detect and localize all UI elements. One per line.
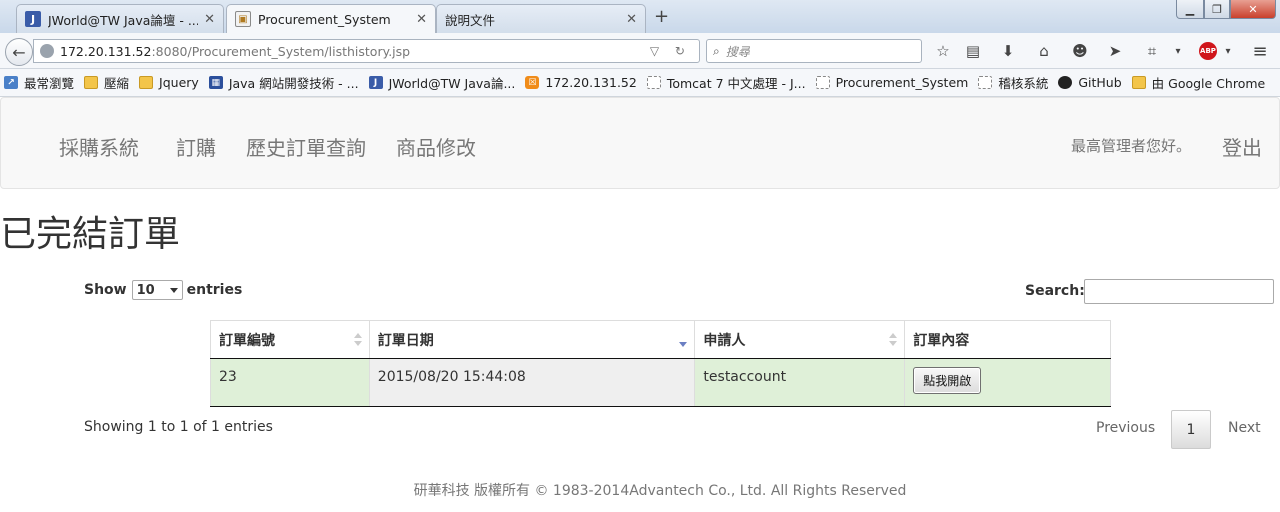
col-applicant[interactable]: 申請人 bbox=[694, 320, 906, 359]
next-page-button[interactable]: Next bbox=[1228, 420, 1261, 436]
chevron-down-icon[interactable]: ▾ bbox=[1216, 41, 1240, 61]
cell-applicant: testaccount bbox=[694, 358, 906, 407]
close-icon[interactable]: ✕ bbox=[204, 12, 215, 27]
reload-icon[interactable]: ▽ ↻ bbox=[650, 44, 691, 58]
close-icon[interactable]: ✕ bbox=[626, 12, 637, 27]
previous-page-button[interactable]: Previous bbox=[1096, 420, 1155, 436]
table-search-input[interactable] bbox=[1084, 279, 1274, 304]
cell-order-date: 2015/08/20 15:44:08 bbox=[368, 358, 696, 407]
nav-order-history[interactable]: 歷史訂單查詢 bbox=[246, 132, 366, 161]
new-tab-plus-icon[interactable]: + bbox=[654, 6, 669, 27]
show-label: Show bbox=[84, 282, 127, 298]
tab-label: JWorld@TW Java論壇 - ... bbox=[48, 12, 199, 28]
table-length-control: Show 10 entries bbox=[84, 280, 242, 300]
cell-order-id: 23 bbox=[210, 358, 370, 407]
entries-label: entries bbox=[186, 282, 243, 298]
bookmark-item[interactable]: ☒ 172.20.131.52 bbox=[525, 75, 637, 90]
page-length-value: 10 bbox=[136, 282, 155, 298]
bookmark-item[interactable]: GitHub bbox=[1058, 75, 1122, 90]
chevron-down-icon[interactable]: ▾ bbox=[1166, 41, 1190, 61]
col-order-content: 訂單內容 bbox=[904, 320, 1111, 359]
sort-both-icon bbox=[353, 333, 362, 347]
url-host: 172.20.131.52 bbox=[60, 43, 152, 59]
page-length-select[interactable]: 10 bbox=[131, 280, 183, 300]
jworld-icon: J bbox=[368, 76, 383, 89]
globe-icon bbox=[40, 44, 54, 58]
col-order-date[interactable]: 訂單日期 bbox=[368, 320, 696, 359]
browser-search-input[interactable]: ⌕ 搜尋 bbox=[706, 39, 922, 63]
bookmark-folder[interactable]: 壓縮 bbox=[84, 73, 129, 92]
folder-icon bbox=[1131, 76, 1146, 89]
table-search-label: Search: bbox=[1025, 283, 1085, 299]
bookmark-folder[interactable]: Jquery bbox=[139, 75, 199, 90]
nav-order[interactable]: 訂購 bbox=[176, 132, 216, 161]
app-navbar: 採購系統 訂購 歷史訂單查詢 商品修改 最高管理者您好。 登出 bbox=[0, 97, 1280, 189]
tab-procurement-system[interactable]: ▣ Procurement_System ✕ bbox=[226, 4, 436, 33]
bookmark-star-icon[interactable]: ☆ bbox=[931, 41, 955, 61]
chat-icon[interactable]: ☻ bbox=[1068, 41, 1092, 61]
folder-icon bbox=[84, 76, 99, 89]
bookmark-item[interactable]: Tomcat 7 中文處理 - J... bbox=[646, 73, 806, 92]
home-icon[interactable]: ⌂ bbox=[1032, 41, 1056, 61]
restore-icon[interactable]: ❐ bbox=[1204, 0, 1230, 19]
page-icon bbox=[815, 76, 830, 89]
send-icon[interactable]: ➤ bbox=[1103, 41, 1127, 61]
footer-copyright: 研華科技 版權所有 © 1983-2014Advantech Co., Ltd.… bbox=[413, 483, 907, 499]
bookmark-most-visited[interactable]: ↗ 最常瀏覽 bbox=[4, 73, 74, 92]
logout-link[interactable]: 登出 bbox=[1222, 132, 1262, 161]
tab-label: 說明文件 bbox=[445, 12, 496, 28]
col-order-id[interactable]: 訂單編號 bbox=[210, 320, 370, 359]
adblock-plus-icon[interactable]: ABP bbox=[1199, 42, 1217, 60]
close-icon[interactable]: ✕ bbox=[416, 12, 427, 27]
search-placeholder: 搜尋 bbox=[725, 44, 750, 59]
page-icon bbox=[978, 76, 993, 89]
tab-help-docs[interactable]: 說明文件 ✕ bbox=[436, 4, 646, 33]
page-title: 已完結訂單 bbox=[0, 214, 181, 255]
folder-icon bbox=[139, 76, 154, 89]
jworld-favicon-icon: J bbox=[25, 11, 41, 27]
page-1-button[interactable]: 1 bbox=[1171, 410, 1211, 449]
bookmark-folder[interactable]: 由 Google Chrome bbox=[1131, 73, 1265, 92]
sort-desc-icon bbox=[679, 333, 688, 347]
nav-product-edit[interactable]: 商品修改 bbox=[396, 132, 476, 161]
page-icon bbox=[646, 76, 661, 89]
bookmark-item[interactable]: ▦ Java 網站開發技術 - ... bbox=[208, 73, 359, 92]
crop-icon[interactable]: ⌗ bbox=[1140, 41, 1164, 61]
chevron-down-icon bbox=[169, 288, 178, 293]
close-window-icon[interactable]: ✕ bbox=[1230, 0, 1276, 19]
url-bar[interactable]: 172.20.131.52 :8080/Procurement_System/l… bbox=[33, 39, 700, 63]
tab-jworld[interactable]: J JWorld@TW Java論壇 - ... ✕ bbox=[16, 4, 224, 33]
brand-link[interactable]: 採購系統 bbox=[59, 132, 139, 161]
github-icon bbox=[1058, 76, 1073, 89]
open-order-button[interactable]: 點我開啟 bbox=[913, 367, 982, 394]
download-icon[interactable]: ⬇ bbox=[996, 41, 1020, 61]
orders-table: 訂單編號 訂單日期 申請人 訂單內容 23 2015/08/20 15:44:0… bbox=[210, 320, 1111, 407]
bookmark-item[interactable]: J JWorld@TW Java論... bbox=[368, 73, 515, 92]
tab-label: Procurement_System bbox=[258, 11, 391, 27]
url-path: :8080/Procurement_System/listhistory.jsp bbox=[151, 43, 411, 59]
back-arrow-icon[interactable]: ← bbox=[5, 38, 33, 66]
table-info: Showing 1 to 1 of 1 entries bbox=[84, 419, 273, 435]
browser-tab-bar: J JWorld@TW Java論壇 - ... ✕ ▣ Procurement… bbox=[0, 0, 1280, 33]
sort-both-icon bbox=[889, 333, 898, 347]
grid-icon: ▦ bbox=[208, 76, 223, 89]
bookmarks-bar: ↗ 最常瀏覽 壓縮 Jquery ▦ Java 網站開發技術 - ... J JWor… bbox=[0, 69, 1280, 97]
most-visited-icon: ↗ bbox=[4, 76, 18, 89]
bookmark-item[interactable]: 稽核系統 bbox=[978, 73, 1048, 92]
menu-icon[interactable]: ≡ bbox=[1248, 41, 1272, 62]
search-icon: ⌕ bbox=[713, 43, 720, 58]
minimize-icon[interactable]: ▁ bbox=[1176, 0, 1204, 19]
table-row: 23 2015/08/20 15:44:08 testaccount 點我開啟 bbox=[210, 358, 1111, 407]
table-header-row: 訂單編號 訂單日期 申請人 訂單內容 bbox=[210, 320, 1111, 359]
tomcat-icon: ☒ bbox=[525, 76, 540, 89]
user-greeting: 最高管理者您好。 bbox=[1071, 137, 1192, 155]
bookmark-item[interactable]: Procurement_System bbox=[815, 75, 968, 90]
image-favicon-icon: ▣ bbox=[235, 11, 251, 27]
reading-list-icon[interactable]: ▤ bbox=[961, 41, 985, 61]
cell-order-content: 點我開啟 bbox=[904, 358, 1111, 407]
